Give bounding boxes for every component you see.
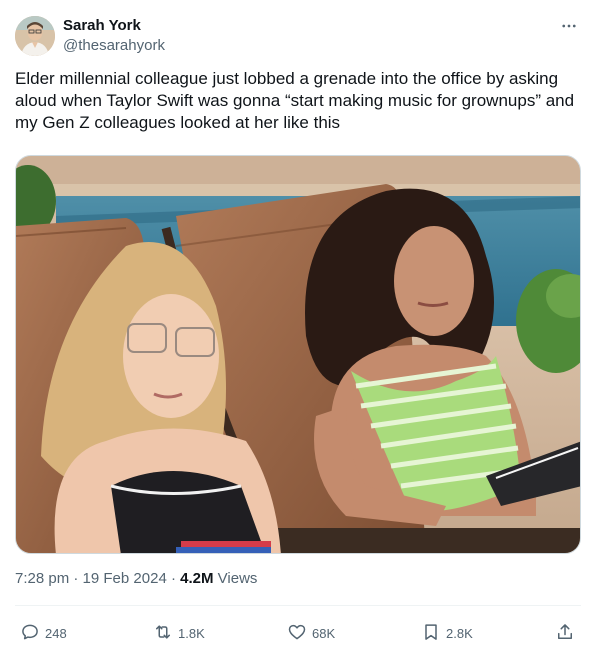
share-button[interactable] bbox=[555, 622, 575, 644]
tweet-time[interactable]: 7:28 pm bbox=[15, 570, 69, 587]
tweet-text: Elder millennial colleague just lobbed a… bbox=[15, 69, 575, 132]
tweet-header: Sarah York @thesarahyork bbox=[15, 14, 581, 58]
user-names: Sarah York @thesarahyork bbox=[63, 16, 165, 56]
tweet-card: Sarah York @thesarahyork Elder millennia… bbox=[0, 0, 596, 656]
divider bbox=[15, 605, 581, 606]
share-icon bbox=[555, 622, 575, 645]
views-count: 4.2M bbox=[180, 570, 214, 587]
bookmark-icon bbox=[421, 622, 441, 645]
display-name[interactable]: Sarah York bbox=[63, 16, 165, 36]
bookmark-count: 2.8K bbox=[446, 625, 473, 641]
like-button[interactable]: 68K bbox=[287, 622, 335, 644]
tweet-image[interactable] bbox=[15, 155, 581, 554]
reply-button[interactable]: 248 bbox=[20, 622, 67, 644]
repost-count: 1.8K bbox=[178, 625, 205, 641]
views-label: Views bbox=[213, 570, 258, 587]
more-horizontal-icon[interactable] bbox=[559, 16, 579, 36]
reply-icon bbox=[20, 622, 40, 645]
tweet-date[interactable]: 19 Feb 2024 bbox=[83, 570, 167, 587]
meta-separator: · bbox=[69, 570, 83, 587]
avatar[interactable] bbox=[15, 16, 55, 56]
repost-button[interactable]: 1.8K bbox=[153, 622, 205, 644]
repost-icon bbox=[153, 622, 173, 645]
like-count: 68K bbox=[312, 625, 336, 641]
reply-count: 248 bbox=[45, 625, 67, 641]
meta-separator: · bbox=[166, 570, 181, 587]
tweet-meta: 7:28 pm · 19 Feb 2024 · 4.2M Views bbox=[15, 569, 257, 589]
bookmark-button[interactable]: 2.8K bbox=[421, 622, 473, 644]
heart-icon bbox=[287, 622, 307, 645]
user-handle[interactable]: @thesarahyork bbox=[63, 36, 165, 56]
tweet-actions: 248 1.8K 68K 2.8K bbox=[15, 616, 581, 650]
